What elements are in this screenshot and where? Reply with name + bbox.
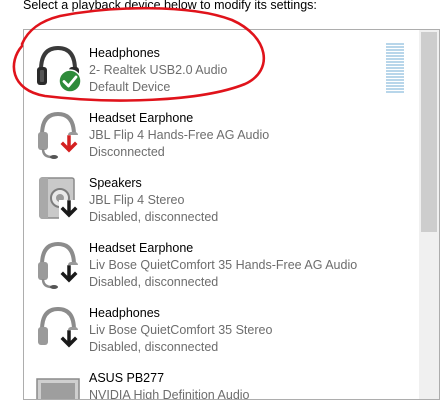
volume-level-meter: [386, 43, 404, 93]
speaker-icon: [34, 172, 82, 224]
device-status: Disabled, disconnected: [89, 340, 219, 354]
device-name: Headphones: [89, 46, 160, 60]
device-name: ASUS PB277: [89, 371, 165, 385]
device-name: Headset Earphone: [89, 111, 194, 125]
device-driver: JBL Flip 4 Stereo: [89, 193, 185, 207]
device-status: Default Device: [89, 80, 171, 94]
scrollbar-thumb[interactable]: [421, 32, 437, 232]
device-item-headset-bose[interactable]: Headset Earphone Liv Bose QuietComfort 3…: [24, 229, 416, 294]
playback-device-list[interactable]: Headphones 2- Realtek USB2.0 Audio Defau…: [23, 29, 440, 400]
disabled-arrow-icon: [59, 265, 79, 285]
disabled-arrow-icon: [59, 330, 79, 350]
device-driver: Liv Bose QuietComfort 35 Hands-Free AG A…: [89, 258, 358, 272]
device-driver: NVIDIA High Definition Audio: [89, 388, 250, 400]
instruction-text: Select a playback device below to modify…: [23, 0, 317, 12]
device-item-speakers-jbl[interactable]: Speakers JBL Flip 4 Stereo Disabled, dis…: [24, 164, 416, 229]
disabled-arrow-icon: [59, 200, 79, 220]
device-name: Headset Earphone: [89, 241, 194, 255]
device-item-headphones-bose[interactable]: Headphones Liv Bose QuietComfort 35 Ster…: [24, 294, 416, 359]
headset-icon: [34, 237, 82, 289]
device-name: Speakers: [89, 176, 142, 190]
headphones-icon: [34, 42, 82, 94]
device-status: Disconnected: [89, 145, 165, 159]
headset-icon: [34, 107, 82, 159]
device-driver: JBL Flip 4 Hands-Free AG Audio: [89, 128, 270, 142]
device-status: Disabled, disconnected: [89, 275, 219, 289]
device-item-headset-jbl[interactable]: Headset Earphone JBL Flip 4 Hands-Free A…: [24, 99, 416, 164]
device-status: Disabled, disconnected: [89, 210, 219, 224]
device-item-asus-monitor[interactable]: ASUS PB277 NVIDIA High Definition Audio: [24, 359, 416, 400]
default-check-icon: [58, 69, 82, 93]
device-driver: Liv Bose QuietComfort 35 Stereo: [89, 323, 273, 337]
vertical-scrollbar[interactable]: [419, 30, 439, 399]
device-item-headphones-realtek[interactable]: Headphones 2- Realtek USB2.0 Audio Defau…: [24, 34, 416, 99]
disconnected-arrow-icon: [59, 135, 79, 155]
device-name: Headphones: [89, 306, 160, 320]
monitor-icon: [34, 367, 82, 399]
device-driver: 2- Realtek USB2.0 Audio: [89, 63, 228, 77]
headphones-icon: [34, 302, 82, 354]
